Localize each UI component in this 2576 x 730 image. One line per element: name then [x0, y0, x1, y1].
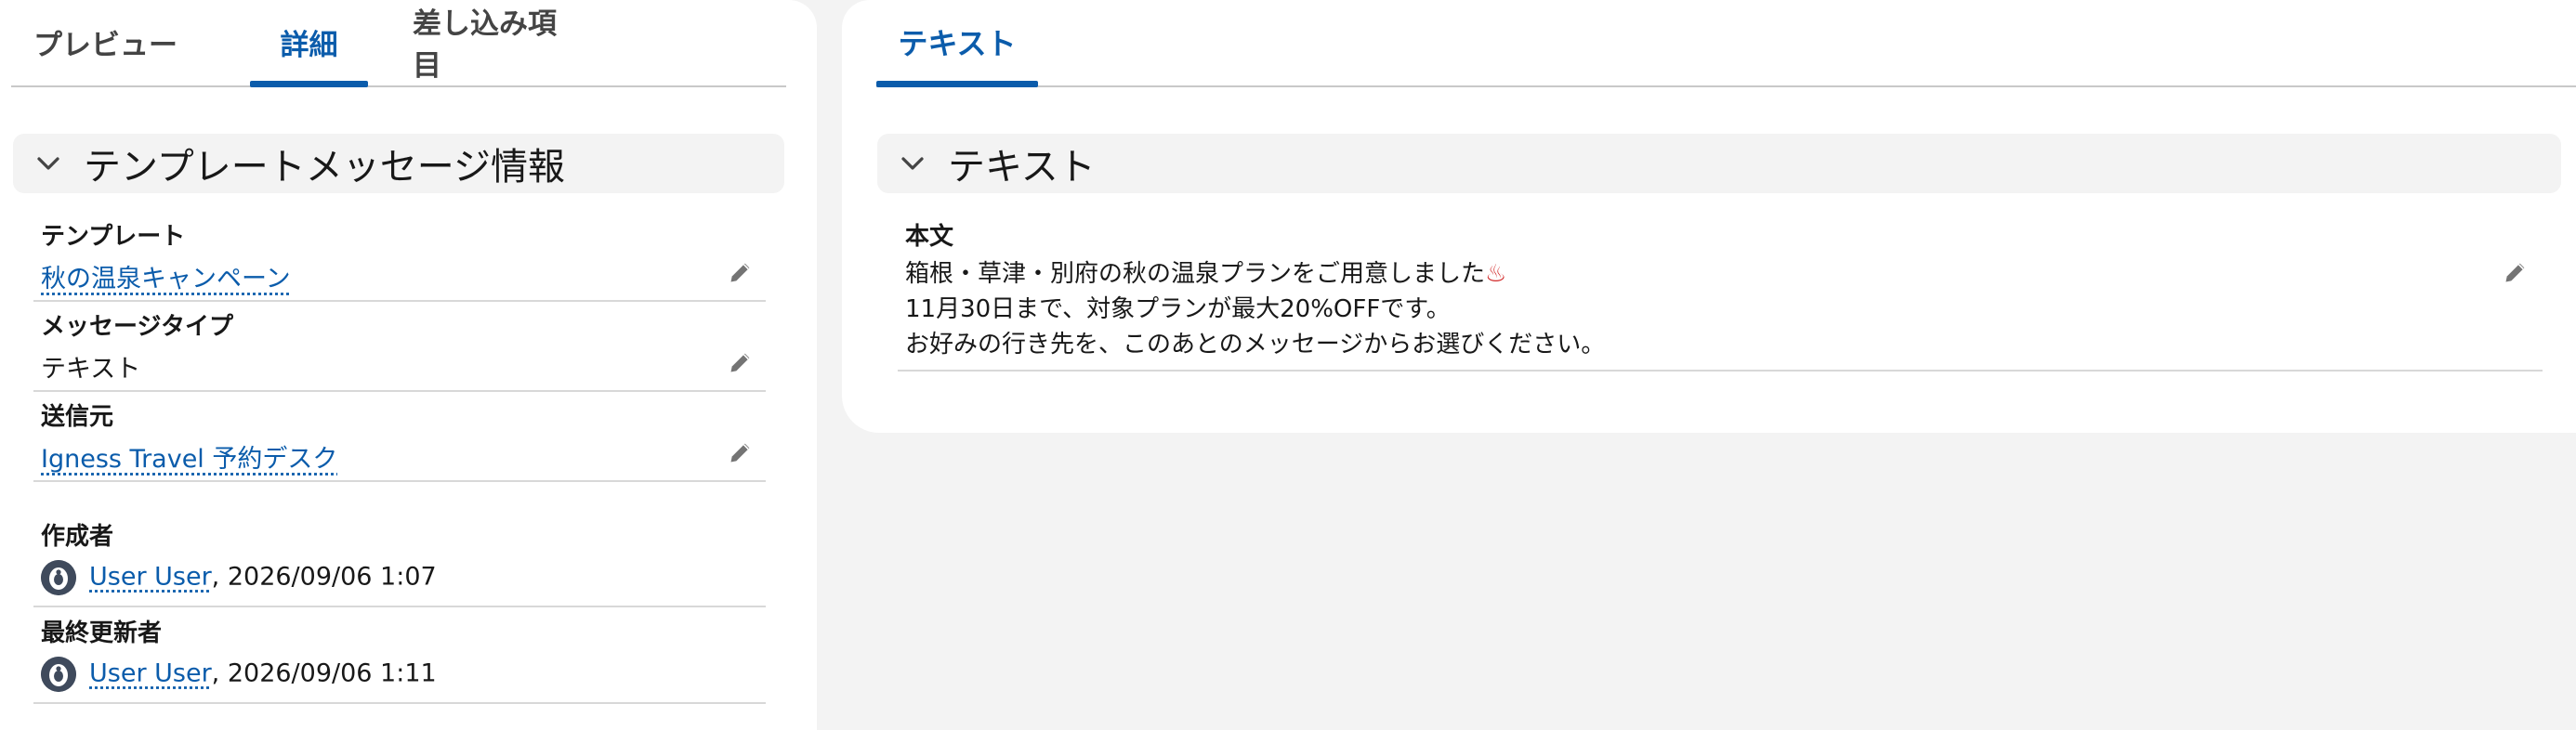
field-label: テンプレート	[41, 223, 186, 251]
field-label: 作成者	[41, 523, 114, 551]
tab-label: 差し込み項目	[413, 7, 557, 83]
body-line-2: 11月30日まで、対象プランが最大20%OFFです。	[905, 295, 1451, 323]
modified-by-field: 最終更新者 User User, 2026/09/06 1:11	[33, 612, 766, 704]
hot-spring-icon: ♨	[1485, 260, 1507, 288]
created-by-value: User User, 2026/09/06 1:07	[41, 560, 437, 595]
sender-field: 送信元 Igness Travel 予約デスク	[33, 394, 766, 482]
template-link[interactable]: 秋の温泉キャンペーン	[41, 258, 291, 294]
right-tab-bar: テキスト	[876, 0, 2576, 87]
tab-text[interactable]: テキスト	[876, 0, 1038, 87]
chevron-down-icon	[30, 145, 67, 182]
body-line-1: 箱根・草津・別府の秋の温泉プランをご用意しました♨	[905, 260, 1507, 288]
field-label: 最終更新者	[41, 619, 163, 647]
avatar	[41, 560, 76, 595]
modified-by-user-link[interactable]: User User	[89, 659, 212, 688]
field-label: メッセージタイプ	[41, 313, 233, 341]
created-timestamp: , 2026/09/06 1:07	[211, 562, 437, 592]
pencil-icon[interactable]	[725, 437, 756, 468]
tab-preview[interactable]: プレビュー	[11, 0, 250, 85]
field-label: 送信元	[41, 403, 114, 431]
template-field: テンプレート 秋の温泉キャンペーン	[33, 214, 766, 302]
tab-details[interactable]: 詳細	[250, 0, 368, 87]
pencil-icon[interactable]	[725, 346, 756, 378]
modified-by-value: User User, 2026/09/06 1:11	[41, 657, 437, 692]
message-type-field: メッセージタイプ テキスト	[33, 304, 766, 392]
tab-label: プレビュー	[33, 28, 177, 62]
created-by-field: 作成者 User User, 2026/09/06 1:07	[33, 515, 766, 607]
tab-merge-fields[interactable]: 差し込み項目	[368, 0, 582, 85]
text-card: テキスト テキスト 本文 箱根・草津・別府の秋の温泉プランをご用意しました♨ 1…	[842, 0, 2576, 433]
tab-label: テキスト	[898, 26, 1017, 61]
avatar	[41, 657, 76, 692]
template-info-section-header[interactable]: テンプレートメッセージ情報	[13, 134, 784, 193]
modified-timestamp: , 2026/09/06 1:11	[211, 658, 437, 688]
created-by-user-link[interactable]: User User	[89, 563, 212, 592]
page: プレビュー 詳細 差し込み項目 テンプレートメッセージ情報 テンプレート 秋の温…	[0, 0, 2576, 730]
section-title: テキスト	[948, 146, 1096, 189]
field-label: 本文	[905, 223, 954, 251]
body-field: 本文 箱根・草津・別府の秋の温泉プランをご用意しました♨ 11月30日まで、対象…	[898, 214, 2543, 372]
pencil-icon[interactable]	[725, 256, 756, 288]
message-type-value: テキスト	[41, 355, 141, 384]
chevron-down-icon	[894, 145, 931, 182]
pencil-icon[interactable]	[2500, 256, 2531, 288]
body-line-3: お好みの行き先を、このあとのメッセージからお選びください。	[905, 331, 1606, 358]
body-text: 箱根・草津・別府の秋の温泉プランをご用意しました♨ 11月30日まで、対象プラン…	[905, 256, 1605, 362]
section-title: テンプレートメッセージ情報	[84, 146, 565, 189]
details-card: プレビュー 詳細 差し込み項目 テンプレートメッセージ情報 テンプレート 秋の温…	[0, 0, 817, 730]
text-section-header[interactable]: テキスト	[877, 134, 2561, 193]
left-tab-bar: プレビュー 詳細 差し込み項目	[11, 0, 786, 87]
sender-link[interactable]: Igness Travel 予約デスク	[41, 438, 337, 475]
tab-label: 詳細	[280, 28, 338, 62]
